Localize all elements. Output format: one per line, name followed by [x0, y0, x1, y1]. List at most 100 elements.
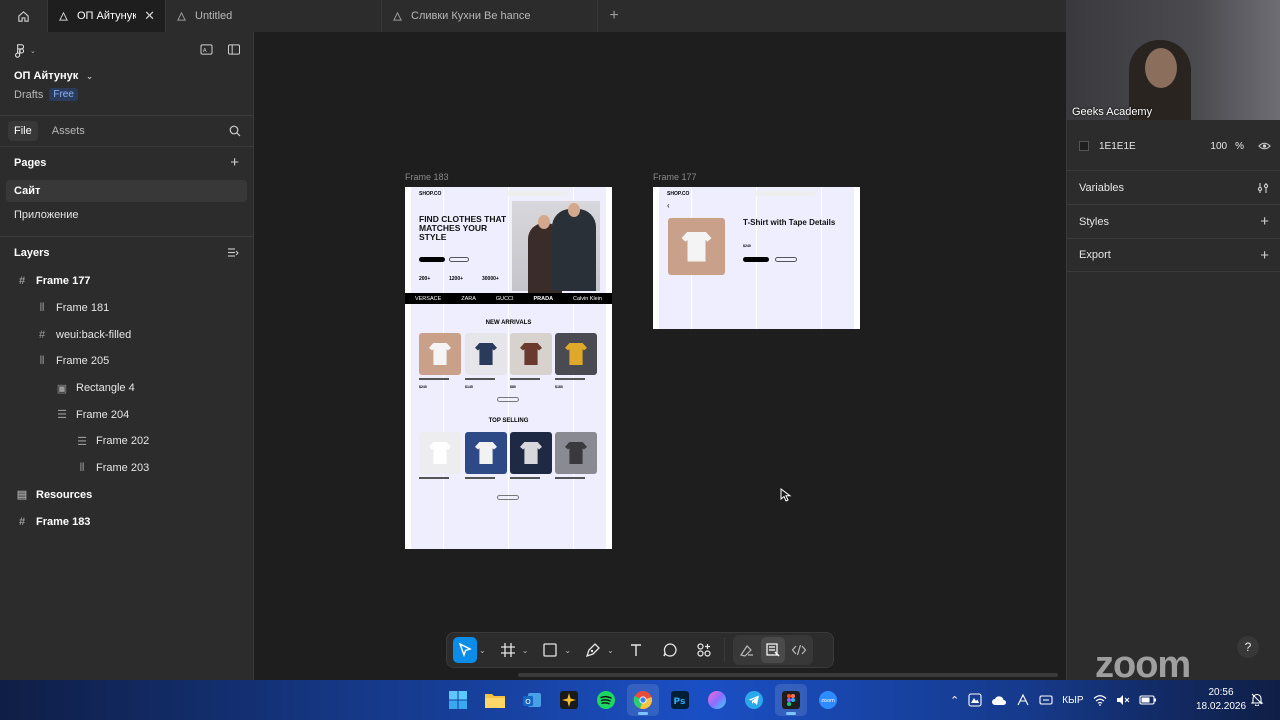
tab-untitled[interactable]: Untitled	[166, 0, 382, 32]
layer-row[interactable]: ▣ Rectangle 4	[0, 375, 253, 402]
ai-icon[interactable]: A	[200, 44, 213, 55]
stat-customers: 30000+	[482, 276, 499, 282]
spotify-icon	[597, 691, 615, 709]
design-mode-button[interactable]	[760, 637, 785, 663]
frame-177[interactable]: SHOP.CO ‹ T-Shirt with Tape Details $240	[653, 187, 860, 329]
photoshop-button[interactable]: Ps	[664, 684, 696, 716]
participant-name: Geeks Academy	[1072, 106, 1153, 118]
layer-row[interactable]: ⫴ Frame 203	[0, 455, 253, 482]
new-tab-button[interactable]: +	[598, 0, 630, 32]
chrome-icon	[633, 691, 653, 710]
page-item-app[interactable]: Приложение	[6, 204, 247, 226]
text-tool-button[interactable]	[624, 637, 648, 663]
battery-icon[interactable]	[1139, 694, 1157, 706]
network-app-icon[interactable]	[1016, 693, 1030, 707]
tab-slivki[interactable]: Сливки Кухни Be hance	[382, 0, 598, 32]
stat-brands: 200+	[419, 276, 431, 282]
product-price: $80	[510, 385, 516, 389]
pages-heading: Pages	[14, 156, 47, 169]
chevron-down-icon[interactable]: ⌄	[564, 646, 571, 655]
draw-icon	[739, 645, 753, 657]
chevron-down-icon[interactable]: ⌄	[607, 646, 614, 655]
chrome-button[interactable]	[627, 684, 659, 716]
telegram-button[interactable]	[738, 684, 770, 716]
layer-row[interactable]: # Frame 177	[0, 268, 253, 295]
variables-section[interactable]: Variables	[1067, 170, 1280, 204]
frame-177-label[interactable]: Frame 177	[653, 172, 697, 182]
wifi-icon[interactable]	[1093, 694, 1107, 706]
layer-row[interactable]: ⫴ Frame 181	[0, 295, 253, 322]
system-clock[interactable]: 20:56 18.02.2026	[1196, 686, 1246, 714]
search-icon[interactable]	[229, 125, 241, 137]
layer-row[interactable]: # weui:back-filled	[0, 321, 253, 348]
app-button[interactable]	[553, 684, 585, 716]
input-language[interactable]: КЫР	[1062, 695, 1083, 706]
tray-app-icon[interactable]	[968, 693, 982, 707]
add-page-icon[interactable]: +	[230, 154, 239, 171]
horizontal-scrollbar[interactable]	[518, 673, 1058, 677]
frame-icon: #	[38, 328, 46, 341]
cloud-icon[interactable]	[991, 694, 1007, 706]
chevron-up-icon[interactable]: ⌃	[950, 694, 959, 707]
collapse-layers-icon[interactable]	[227, 247, 239, 258]
eye-icon[interactable]	[1258, 141, 1271, 151]
battery-saver-icon[interactable]	[1039, 694, 1053, 706]
comment-tool-button[interactable]	[658, 637, 682, 663]
canvas[interactable]: Frame 183 SHOP.CO FIND CLOTHES THAT MATC…	[254, 32, 1066, 680]
layer-row[interactable]: ⫴ Frame 205	[0, 348, 253, 375]
sidebar-toggle-icon[interactable]	[227, 44, 241, 55]
layer-row[interactable]: ☰ Frame 202	[0, 428, 253, 455]
frame-183[interactable]: SHOP.CO FIND CLOTHES THAT MATCHES YOUR S…	[405, 187, 612, 549]
fill-opacity-input[interactable]: 100	[1210, 141, 1227, 152]
fill-hex-input[interactable]: 1E1E1E	[1099, 141, 1210, 152]
chevron-down-icon[interactable]: ⌄	[479, 646, 486, 655]
actions-button[interactable]	[692, 637, 716, 663]
frame-183-label[interactable]: Frame 183	[405, 172, 449, 182]
text-icon	[630, 644, 641, 656]
plus-icon[interactable]: +	[1260, 213, 1269, 230]
draw-mode-button[interactable]	[735, 637, 759, 663]
plus-icon[interactable]: +	[1260, 247, 1269, 264]
tab-assets[interactable]: Assets	[46, 121, 91, 141]
shape-tool-button[interactable]	[538, 637, 562, 663]
export-section[interactable]: Export +	[1067, 238, 1280, 272]
rectangle-icon	[543, 643, 558, 657]
styles-section[interactable]: Styles +	[1067, 204, 1280, 238]
shop-logo: SHOP.CO	[667, 191, 690, 197]
file-explorer-button[interactable]	[479, 684, 511, 716]
tshirt-graphic	[429, 343, 451, 365]
layer-row[interactable]: # Frame 183	[0, 508, 253, 535]
help-button[interactable]: ?	[1237, 636, 1259, 658]
layer-row[interactable]: ☰ Frame 204	[0, 401, 253, 428]
variables-adjust-icon[interactable]	[1257, 182, 1269, 194]
home-tab[interactable]	[0, 0, 48, 32]
move-tool-button[interactable]	[453, 637, 477, 663]
fill-swatch[interactable]	[1079, 141, 1089, 151]
close-icon[interactable]: ✕	[144, 8, 155, 24]
layer-name: Frame 203	[96, 462, 150, 475]
chevron-down-icon[interactable]: ⌄	[522, 646, 529, 655]
tab-file[interactable]: File	[8, 121, 38, 141]
notification-bell-icon[interactable]	[1250, 692, 1264, 706]
product-name-line	[419, 378, 449, 380]
sparkle-app-icon	[560, 691, 578, 709]
frame-tool-button[interactable]	[496, 637, 520, 663]
pen-tool-button[interactable]	[581, 637, 605, 663]
spotify-button[interactable]	[590, 684, 622, 716]
tab-op-aitunuk[interactable]: ОП Айтунук ✕	[48, 0, 166, 32]
app-button[interactable]	[701, 684, 733, 716]
shop-logo: SHOP.CO	[419, 191, 442, 197]
zoom-app-icon: zoom	[819, 691, 837, 709]
figma-button[interactable]	[775, 684, 807, 716]
dev-mode-button[interactable]	[787, 637, 811, 663]
page-item-site[interactable]: Сайт	[6, 180, 247, 202]
plan-badge[interactable]: Free	[49, 88, 78, 101]
drafts-link[interactable]: Drafts	[14, 89, 43, 101]
outlook-button[interactable]: O	[516, 684, 548, 716]
layer-name: Frame 205	[56, 355, 110, 368]
start-button[interactable]	[442, 684, 474, 716]
project-name-button[interactable]: ОП Айтунук ⌄	[14, 70, 239, 82]
speaker-muted-icon[interactable]	[1116, 694, 1130, 706]
layer-row[interactable]: ▤ Resources	[0, 482, 253, 509]
zoom-button[interactable]: zoom	[812, 684, 844, 716]
